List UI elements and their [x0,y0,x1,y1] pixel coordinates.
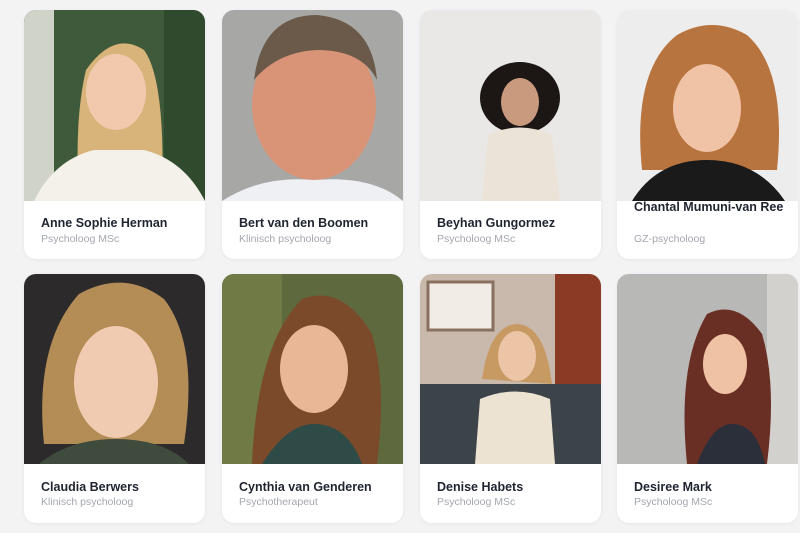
team-member-card[interactable]: Chantal Mumuni-van Ree GZ-psycholoog [617,10,798,259]
member-name: Bert van den Boomen [239,216,369,230]
member-role: Psycholoog MSc [634,496,713,508]
member-role: Klinisch psycholoog [239,233,332,245]
profile-photo [617,274,798,464]
member-name: Claudia Berwers [41,480,139,494]
team-member-card[interactable]: Claudia Berwers Klinisch psycholoog [24,274,205,523]
profile-photo [420,274,601,464]
profile-photo [24,10,205,201]
member-role: Klinisch psycholoog [41,496,134,508]
team-member-card[interactable]: Cynthia van Genderen Psychotherapeut [222,274,403,523]
team-member-card[interactable]: Denise Habets Psycholoog MSc [420,274,601,523]
member-role: GZ-psycholoog [634,233,706,245]
profile-photo [222,10,403,201]
member-name: Beyhan Gungormez [437,216,556,230]
team-member-card[interactable]: Anne Sophie Herman Psycholoog MSc [24,10,205,259]
member-name: Denise Habets [437,480,524,494]
team-grid: Anne Sophie Herman Psycholoog MSc Bert v… [0,0,800,533]
member-name: Chantal Mumuni-van Ree [634,200,784,214]
team-member-card[interactable]: Bert van den Boomen Klinisch psycholoog [222,10,403,259]
profile-photo [24,274,205,464]
team-member-card[interactable]: Beyhan Gungormez Psycholoog MSc [420,10,601,259]
member-name: Anne Sophie Herman [41,216,168,230]
member-name: Cynthia van Genderen [239,480,372,494]
profile-photo [617,10,798,201]
member-role: Psycholoog MSc [437,496,516,508]
member-name: Desiree Mark [634,480,712,494]
member-role: Psycholoog MSc [437,233,516,245]
member-role: Psycholoog MSc [41,233,120,245]
team-member-card[interactable]: Desiree Mark Psycholoog MSc [617,274,798,523]
profile-photo [420,10,601,201]
profile-photo [222,274,403,464]
member-role: Psychotherapeut [239,496,318,508]
